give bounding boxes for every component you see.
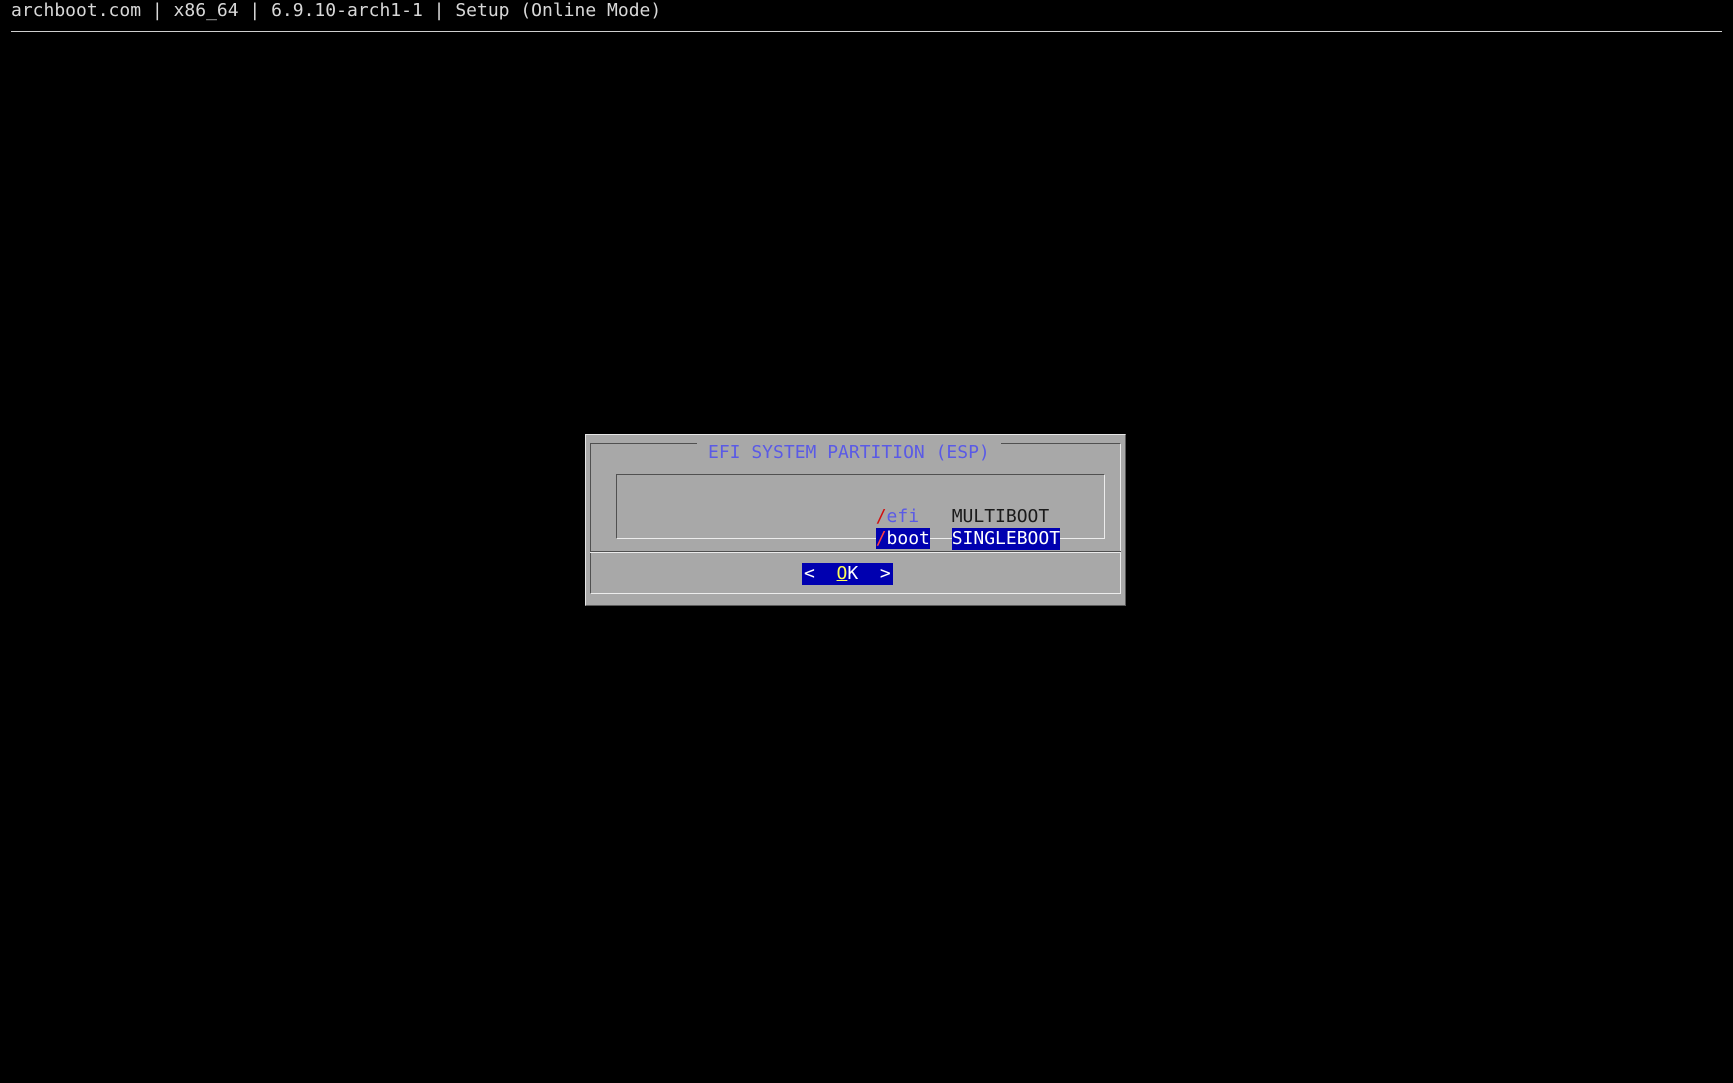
menu-item-hotkey: / bbox=[875, 528, 887, 549]
menu-list: /efi MULTIBOOT /boot SINGLEBOOT bbox=[616, 474, 1105, 550]
ok-hotkey: O bbox=[836, 563, 848, 584]
menu-item-tag: /boot bbox=[875, 528, 931, 550]
header-divider bbox=[11, 31, 1722, 32]
menu-item-efi[interactable]: /efi MULTIBOOT bbox=[789, 484, 1050, 527]
esp-dialog: EFI SYSTEM PARTITION (ESP) /efi MULTIBOOT… bbox=[585, 434, 1126, 606]
menu-item-description: SINGLEBOOT bbox=[951, 528, 1061, 550]
button-area-divider bbox=[590, 551, 1121, 553]
menu-item-tag-text: boot bbox=[886, 528, 930, 549]
header-title: archboot.com | x86_64 | 6.9.10-arch1-1 |… bbox=[11, 0, 662, 21]
dialog-title: EFI SYSTEM PARTITION (ESP) bbox=[697, 442, 1001, 464]
ok-left-bracket: < bbox=[804, 563, 815, 584]
ok-button[interactable]: < OK > bbox=[802, 563, 893, 585]
ok-label-rest: K bbox=[847, 563, 859, 584]
ok-right-bracket: > bbox=[879, 563, 891, 584]
menu-item-boot[interactable]: /boot SINGLEBOOT bbox=[789, 506, 1061, 550]
